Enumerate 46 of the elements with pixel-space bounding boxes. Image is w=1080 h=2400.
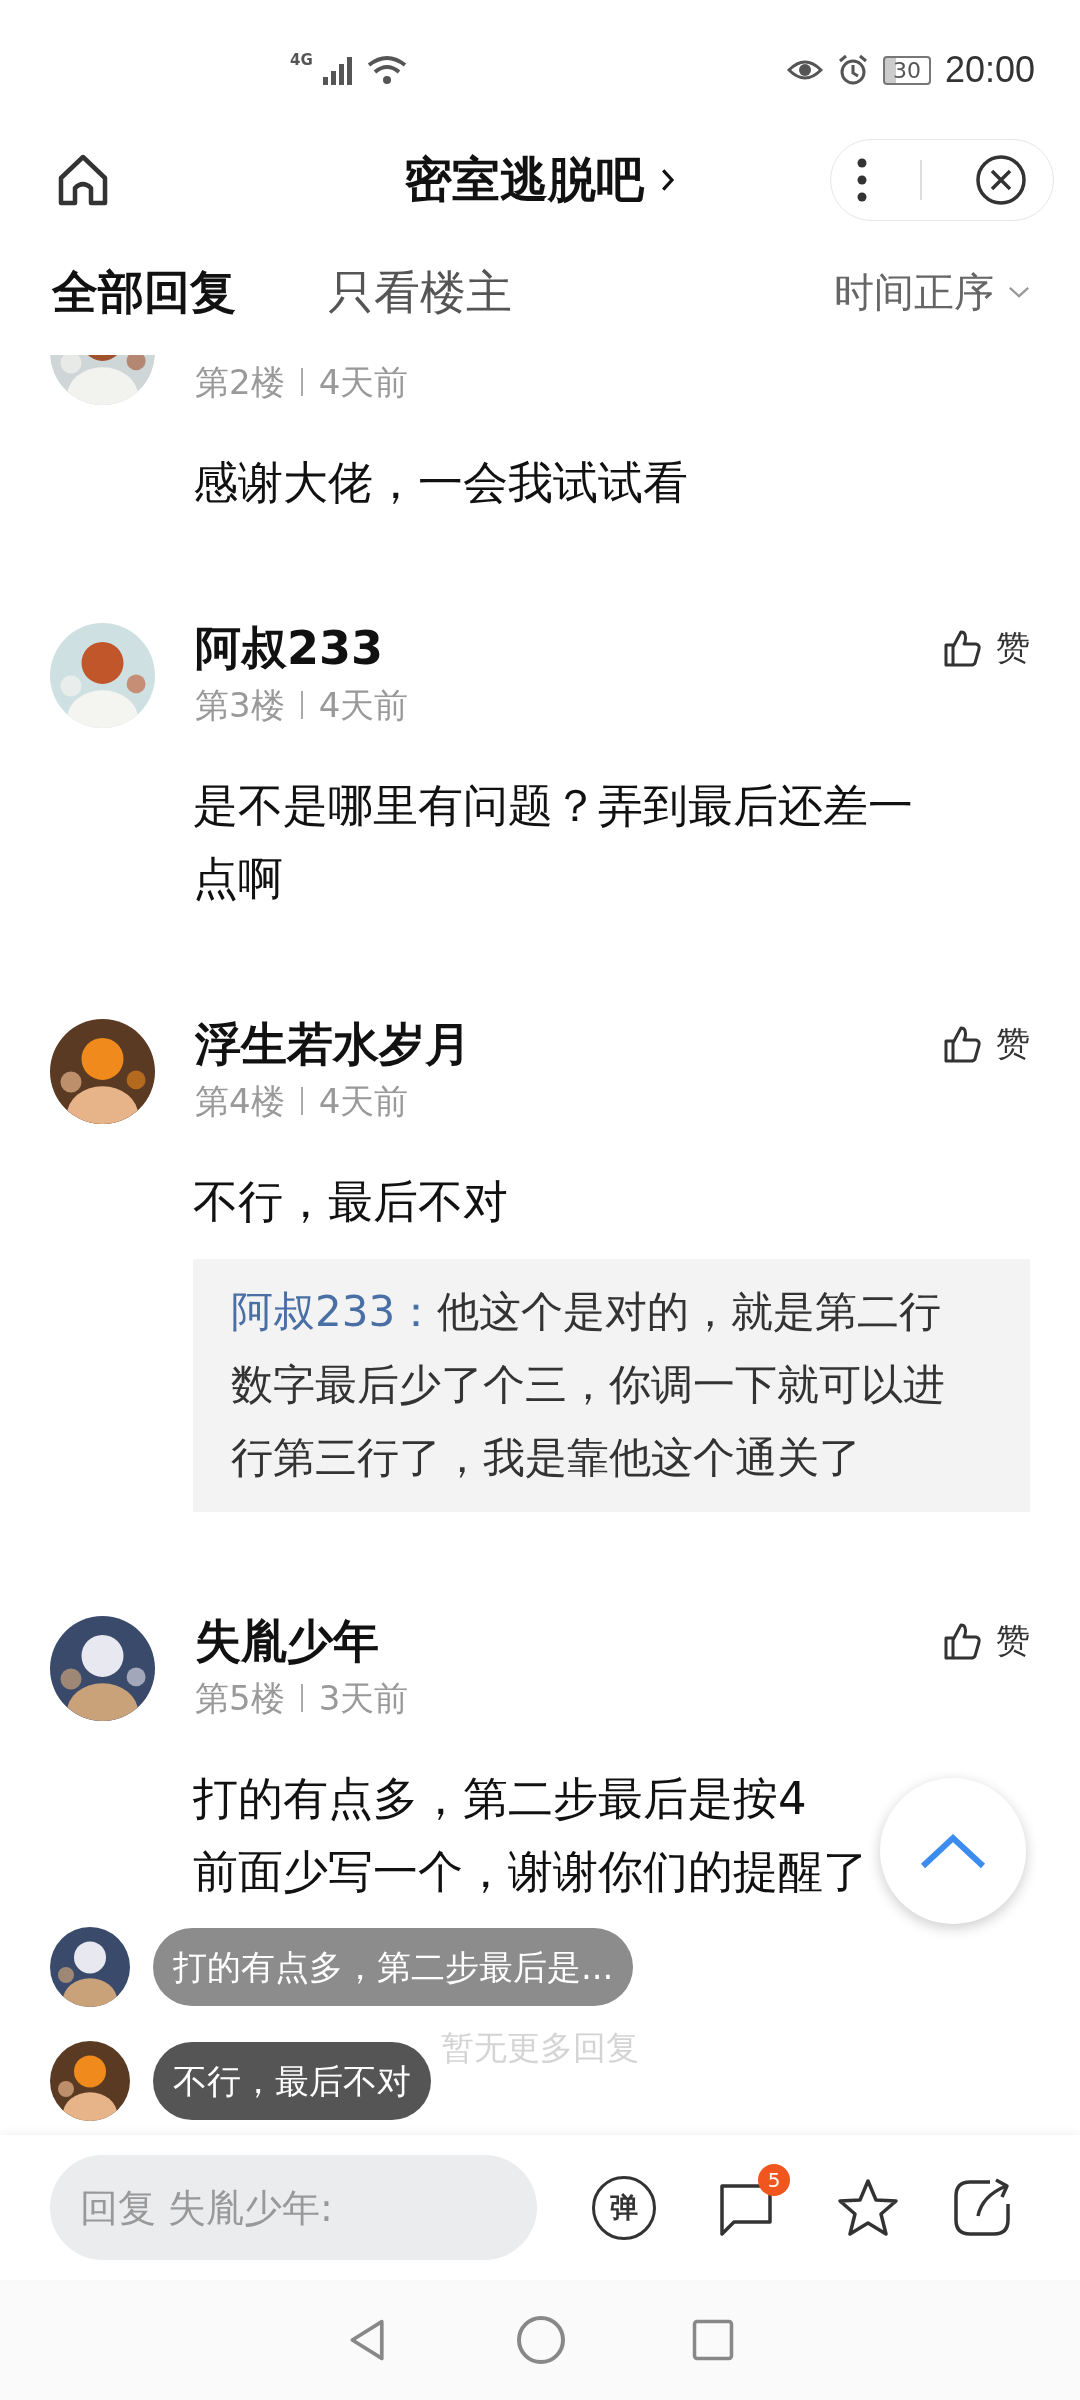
floor-label: 第5楼 — [195, 1678, 285, 1718]
reply-input-field[interactable]: 回复 失胤少年: — [50, 2155, 537, 2260]
alarm-icon — [836, 54, 869, 86]
floor-label: 第3楼 — [195, 685, 285, 725]
post-time: 4天前 — [318, 1081, 409, 1121]
floor-label: 第4楼 — [195, 1081, 285, 1121]
count-badge: 5 — [758, 2163, 790, 2196]
thumbs-up-icon — [942, 1621, 982, 1661]
sort-dropdown[interactable]: 时间正序 — [834, 265, 1030, 320]
thumbs-up-icon — [942, 628, 982, 668]
username[interactable]: 失胤少年 — [195, 1616, 409, 1666]
network-type-label: 4G — [290, 51, 313, 69]
chevron-down-icon — [1008, 286, 1030, 299]
floor-label: 第2楼 — [195, 362, 285, 402]
clock-time: 20:00 — [944, 49, 1035, 91]
post-time: 3天前 — [318, 1678, 409, 1718]
like-button[interactable]: 赞 — [942, 1618, 1030, 1664]
like-button[interactable]: 赞 — [942, 625, 1030, 671]
post-time: 4天前 — [318, 685, 409, 725]
chevron-up-icon — [918, 1831, 988, 1871]
battery-indicator: 30 — [882, 55, 931, 85]
thumbs-up-icon — [942, 1024, 982, 1064]
username[interactable]: 浮生若水岁月 — [195, 1019, 471, 1069]
danmaku-bubble: 打的有点多，第二步最后是... — [153, 1928, 634, 2006]
user-link[interactable]: 阿叔233： — [231, 1287, 438, 1336]
comment-text: 感谢大佬，一会我试试看 — [193, 455, 688, 511]
username[interactable]: 阿叔233 — [195, 623, 409, 673]
close-icon[interactable] — [974, 154, 1027, 206]
filter-tab[interactable]: 只看楼主 — [328, 261, 512, 324]
recents-icon[interactable] — [691, 2318, 735, 2362]
eye-icon — [786, 58, 823, 82]
more-icon[interactable] — [857, 158, 868, 202]
comment-text: 打的有点多，第二步最后是按4 前面少写一个，谢谢你们的提醒了 — [193, 1771, 868, 1900]
danmaku-toggle-button[interactable]: 弹 — [592, 2175, 656, 2240]
wifi-icon — [366, 55, 407, 85]
filter-tab[interactable]: 全部回复 — [52, 261, 236, 324]
forum-title-link[interactable]: 密室逃脱吧 — [404, 148, 676, 212]
quoted-reply-text: 阿叔233：他这个是对的，就是第二行 数字最后少了个三，你调一下就可以进 行第三行了，我是靠他这个通关了 — [231, 1286, 946, 1484]
danmaku-bubble: 不行，最后不对 — [153, 2042, 431, 2120]
post-time: 4天前 — [318, 362, 409, 402]
star-icon[interactable] — [836, 2176, 900, 2239]
home-nav-icon[interactable] — [516, 2315, 566, 2365]
like-button[interactable]: 赞 — [942, 1021, 1030, 1067]
comment-text: 是不是哪里有问题？弄到最后还差一 点啊 — [193, 778, 913, 907]
chevron-right-icon — [660, 167, 676, 193]
comment-text: 不行，最后不对 — [193, 1174, 508, 1230]
